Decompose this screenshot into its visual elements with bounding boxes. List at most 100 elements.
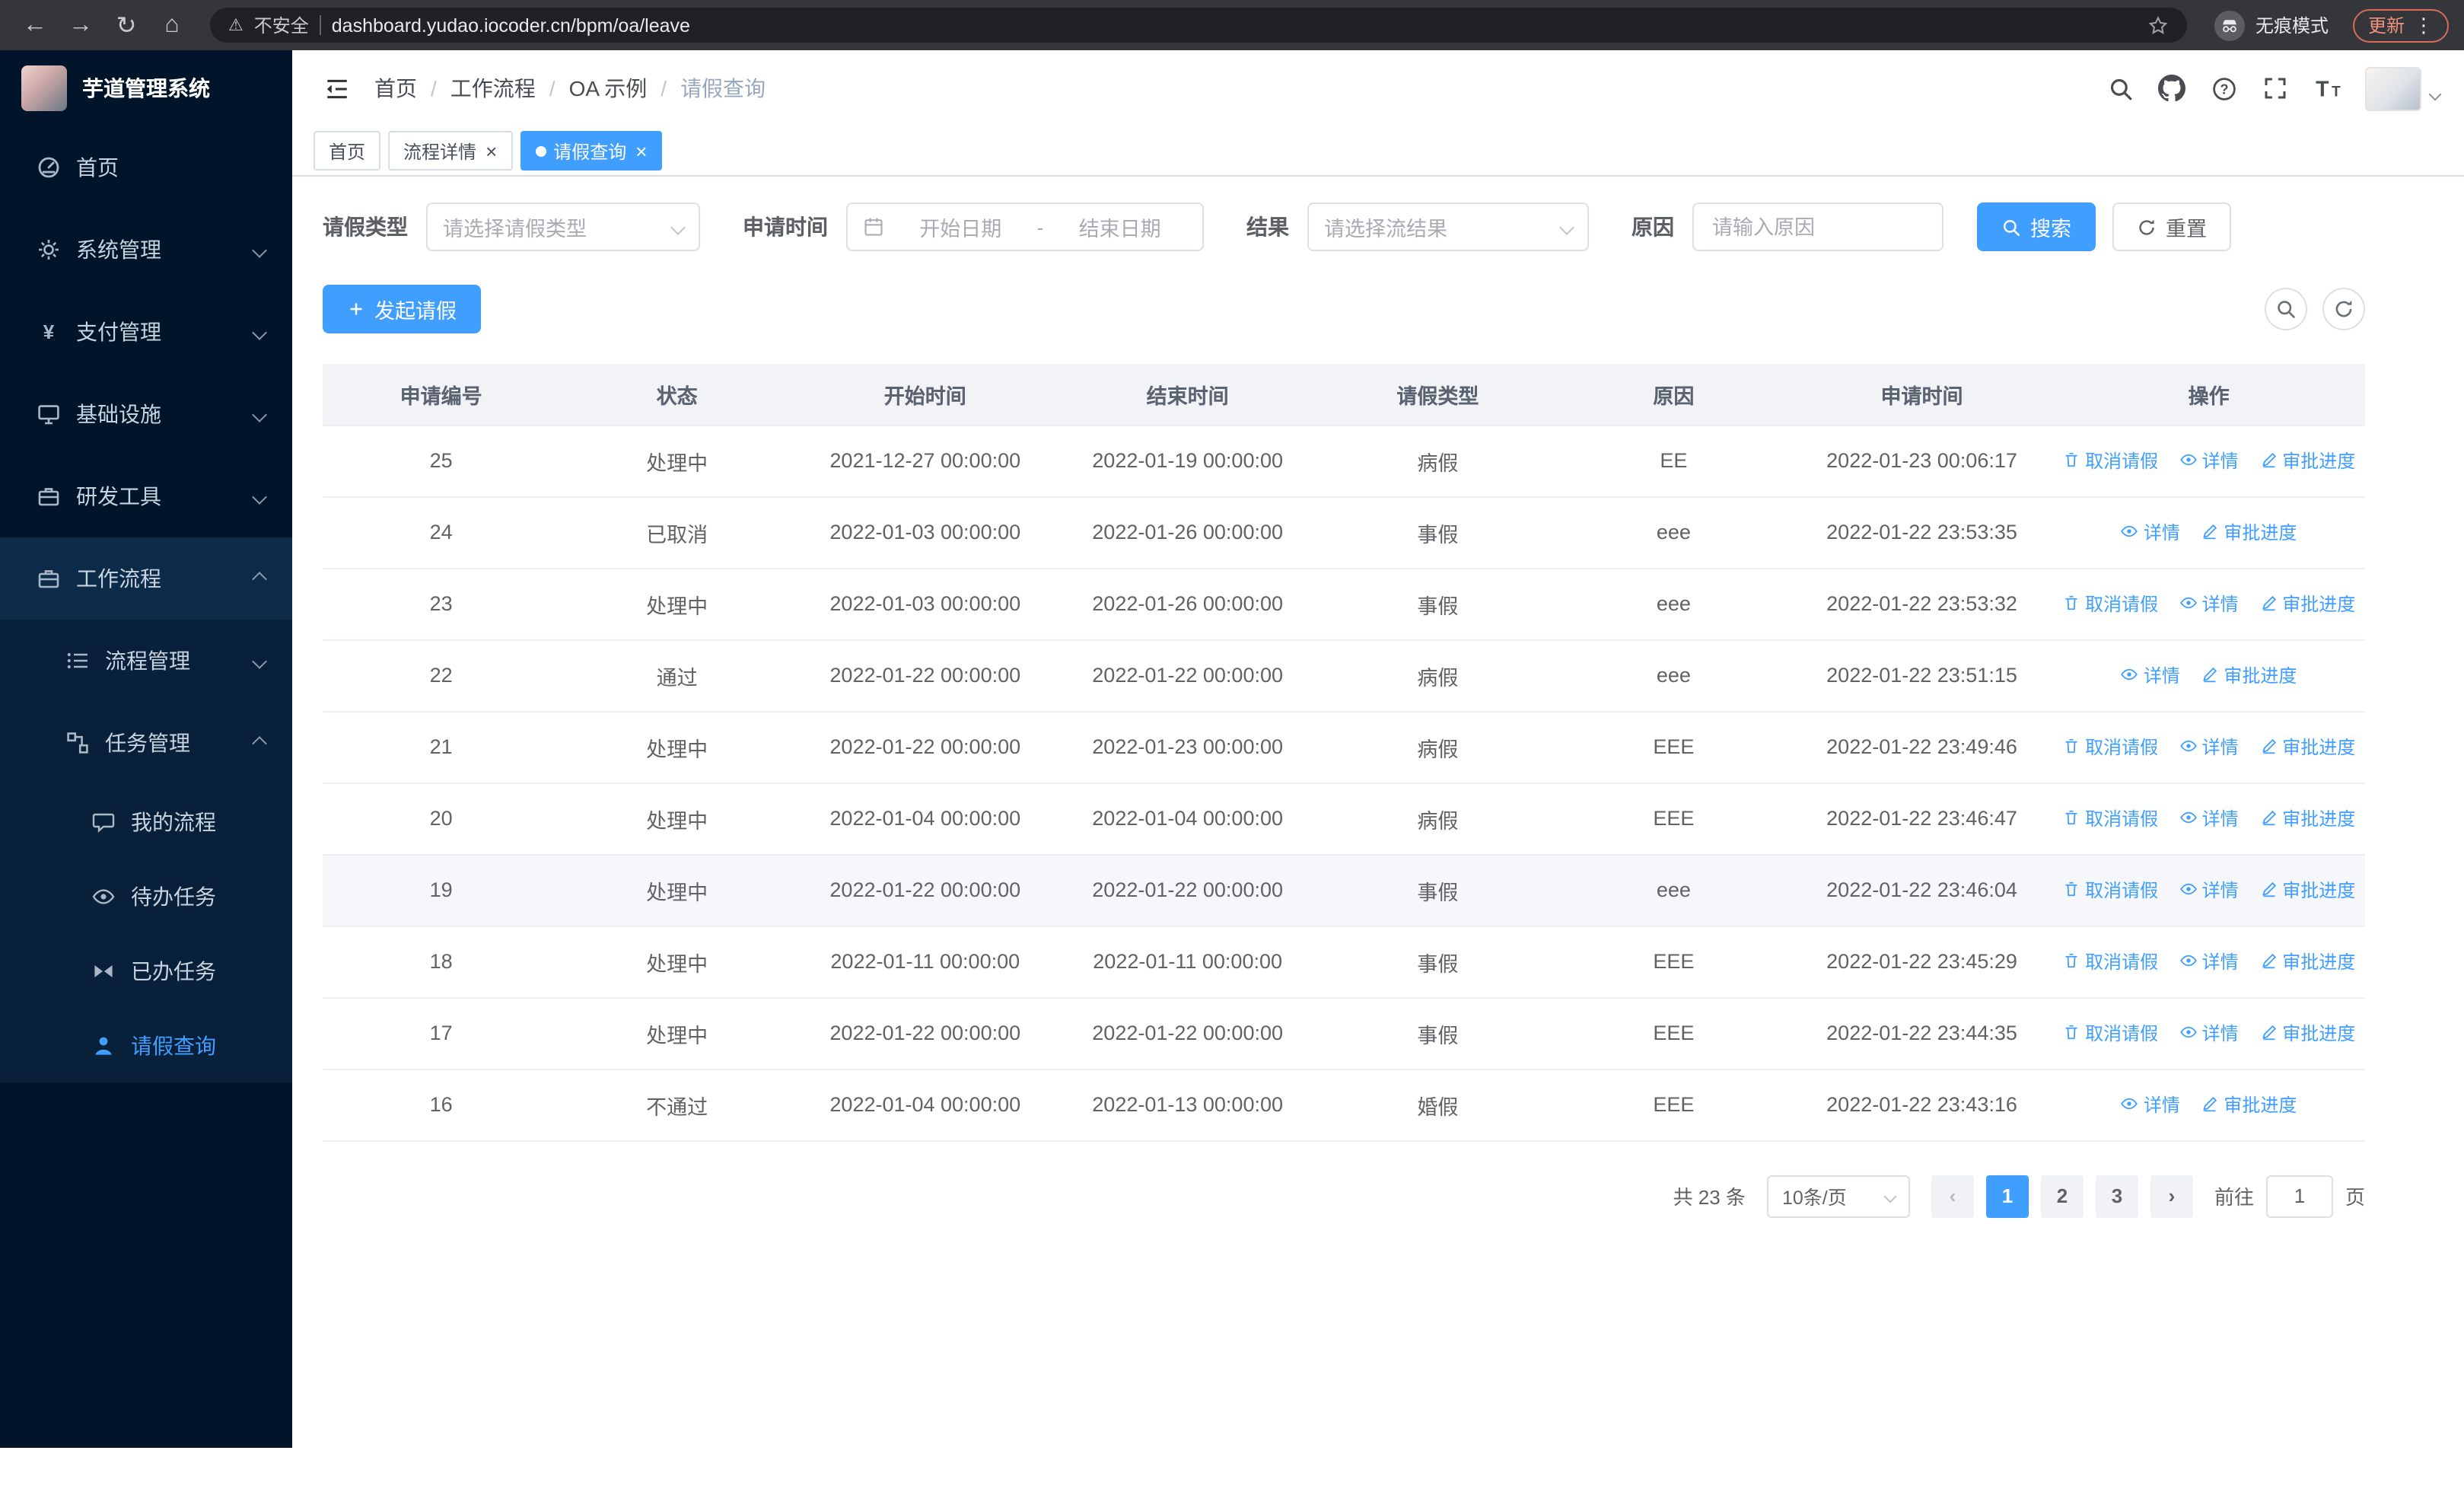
bookmark-star-icon[interactable] [2147,14,2169,36]
sidebar-item-task-mgmt[interactable]: 任务管理 [0,702,292,784]
browser-forward-icon[interactable]: → [61,5,100,45]
page-size-select[interactable]: 10条/页 [1766,1175,1910,1217]
approval-progress-link[interactable]: 审批进度 [2259,591,2355,617]
user-avatar[interactable] [2365,66,2421,110]
table-row[interactable]: 23 处理中 2022-01-03 00:00:00 2022-01-26 00… [323,568,2365,640]
font-size-icon[interactable] [2307,69,2347,108]
create-leave-button[interactable]: 发起请假 [323,285,481,333]
sidebar-item-workflow[interactable]: 工作流程 [0,537,292,620]
sidebar-item-my-process[interactable]: 我的流程 [0,784,292,859]
detail-link[interactable]: 详情 [2121,519,2180,545]
security-warning-icon[interactable]: ⚠ [228,15,244,35]
sidebar-item-todo-tasks[interactable]: 待办任务 [0,859,292,933]
search-icon[interactable] [2100,69,2140,108]
table-row[interactable]: 25 处理中 2021-12-27 00:00:00 2022-01-19 00… [323,425,2365,497]
cancel-leave-link[interactable]: 取消请假 [2062,1020,2158,1046]
approval-progress-link[interactable]: 审批进度 [2201,1092,2297,1117]
breadcrumb-oa-example[interactable]: OA 示例 [569,73,648,104]
sidebar-item-dev-tools[interactable]: 研发工具 [0,455,292,537]
approval-progress-link[interactable]: 审批进度 [2259,877,2355,903]
approval-progress-link[interactable]: 审批进度 [2259,734,2355,760]
cancel-leave-link[interactable]: 取消请假 [2062,734,2158,760]
table-row[interactable]: 19 处理中 2022-01-22 00:00:00 2022-01-22 00… [323,854,2365,926]
sidebar-item-payment-mgmt[interactable]: 支付管理 [0,291,292,373]
table-row[interactable]: 20 处理中 2022-01-04 00:00:00 2022-01-04 00… [323,783,2365,855]
tab-leave-query[interactable]: 请假查询 × [520,131,663,171]
app-logo[interactable]: 芋道管理系统 [0,50,292,126]
detail-link[interactable]: 详情 [2121,1092,2180,1117]
detail-link[interactable]: 详情 [2179,1020,2239,1046]
tab-home[interactable]: 首页 [314,131,381,171]
detail-link[interactable]: 详情 [2179,948,2239,974]
page-3-button[interactable]: 3 [2095,1175,2138,1217]
table-row[interactable]: 24 已取消 2022-01-03 00:00:00 2022-01-26 00… [323,496,2365,569]
flow-icon [65,731,90,755]
approval-progress-link[interactable]: 审批进度 [2259,805,2355,831]
browser-menu-icon[interactable]: ⋮ [2414,13,2434,37]
edit-icon [2259,738,2278,756]
approval-progress-link[interactable]: 审批进度 [2259,1020,2355,1046]
sidebar-item-done-tasks[interactable]: 已办任务 [0,933,292,1008]
breadcrumb-home[interactable]: 首页 [374,73,417,104]
cell-end-time: 2022-01-26 00:00:00 [1055,568,1320,640]
reason-input[interactable] [1692,202,1944,251]
user-menu-caret-icon[interactable] [2428,88,2442,101]
table-row[interactable]: 17 处理中 2022-01-22 00:00:00 2022-01-22 00… [323,997,2365,1069]
chevron-down-icon [252,653,267,668]
sidebar-item-leave-query[interactable]: 请假查询 [0,1008,292,1082]
close-icon[interactable]: × [635,141,647,161]
browser-reload-icon[interactable]: ↻ [107,5,146,45]
page-1-button[interactable]: 1 [1985,1175,2029,1217]
approval-progress-link[interactable]: 审批进度 [2259,448,2355,473]
cell-apply-id: 16 [323,1069,560,1141]
detail-link[interactable]: 详情 [2179,877,2239,903]
table-row[interactable]: 21 处理中 2022-01-22 00:00:00 2022-01-23 00… [323,711,2365,783]
detail-link[interactable]: 详情 [2121,662,2180,688]
leave-type-select[interactable]: 请选择请假类型 [426,202,700,251]
search-button[interactable]: 搜索 [1977,202,2096,251]
detail-link[interactable]: 详情 [2179,591,2239,617]
help-icon[interactable] [2204,69,2243,108]
close-icon[interactable]: × [485,141,497,161]
cancel-leave-link[interactable]: 取消请假 [2062,877,2158,903]
sidebar-item-process-mgmt[interactable]: 流程管理 [0,620,292,702]
cell-start-time: 2022-01-11 00:00:00 [794,926,1056,998]
detail-link[interactable]: 详情 [2179,805,2239,831]
fullscreen-icon[interactable] [2255,69,2295,108]
result-select[interactable]: 请选择流结果 [1307,202,1589,251]
browser-update-button[interactable]: 更新 ⋮ [2352,8,2449,42]
approval-progress-link[interactable]: 审批进度 [2201,662,2297,688]
detail-link[interactable]: 详情 [2179,734,2239,760]
cancel-leave-link[interactable]: 取消请假 [2062,448,2158,473]
table-row[interactable]: 18 处理中 2022-01-11 00:00:00 2022-01-11 00… [323,926,2365,998]
page-2-button[interactable]: 2 [2040,1175,2084,1217]
security-warning-label[interactable]: 不安全 [254,12,309,38]
detail-link[interactable]: 详情 [2179,448,2239,473]
table-row[interactable]: 22 通过 2022-01-22 00:00:00 2022-01-22 00:… [323,639,2365,712]
sidebar-item-system-mgmt[interactable]: 系统管理 [0,209,292,291]
approval-progress-link[interactable]: 审批进度 [2201,519,2297,545]
next-page-button[interactable]: › [2150,1175,2193,1217]
tab-process-detail[interactable]: 流程详情 × [388,131,513,171]
browser-home-icon[interactable]: ⌂ [152,5,192,45]
apply-time-range-picker[interactable]: 开始日期 - 结束日期 [846,202,1204,251]
github-icon[interactable] [2152,69,2192,108]
address-bar[interactable]: ⚠ 不安全 dashboard.yudao.iocoder.cn/bpm/oa/… [210,8,2187,43]
reset-button[interactable]: 重置 [2112,202,2231,251]
update-label: 更新 [2367,15,2405,37]
cancel-leave-link[interactable]: 取消请假 [2062,591,2158,617]
goto-page-input[interactable] [2265,1175,2333,1217]
table-row[interactable]: 16 不通过 2022-01-04 00:00:00 2022-01-13 00… [323,1069,2365,1141]
sidebar-item-infrastructure[interactable]: 基础设施 [0,373,292,455]
approval-progress-link[interactable]: 审批进度 [2259,948,2355,974]
url-text[interactable]: dashboard.yudao.iocoder.cn/bpm/oa/leave [332,14,2137,36]
sidebar-collapse-icon[interactable] [317,69,356,108]
table-refresh-button[interactable] [2322,288,2365,330]
prev-page-button[interactable]: ‹ [1931,1175,1974,1217]
cancel-leave-link[interactable]: 取消请假 [2062,805,2158,831]
cancel-leave-link[interactable]: 取消请假 [2062,948,2158,974]
sidebar-item-home[interactable]: 首页 [0,126,292,209]
browser-back-icon[interactable]: ← [15,5,55,45]
table-search-button[interactable] [2265,288,2307,330]
breadcrumb-workflow[interactable]: 工作流程 [450,73,536,104]
